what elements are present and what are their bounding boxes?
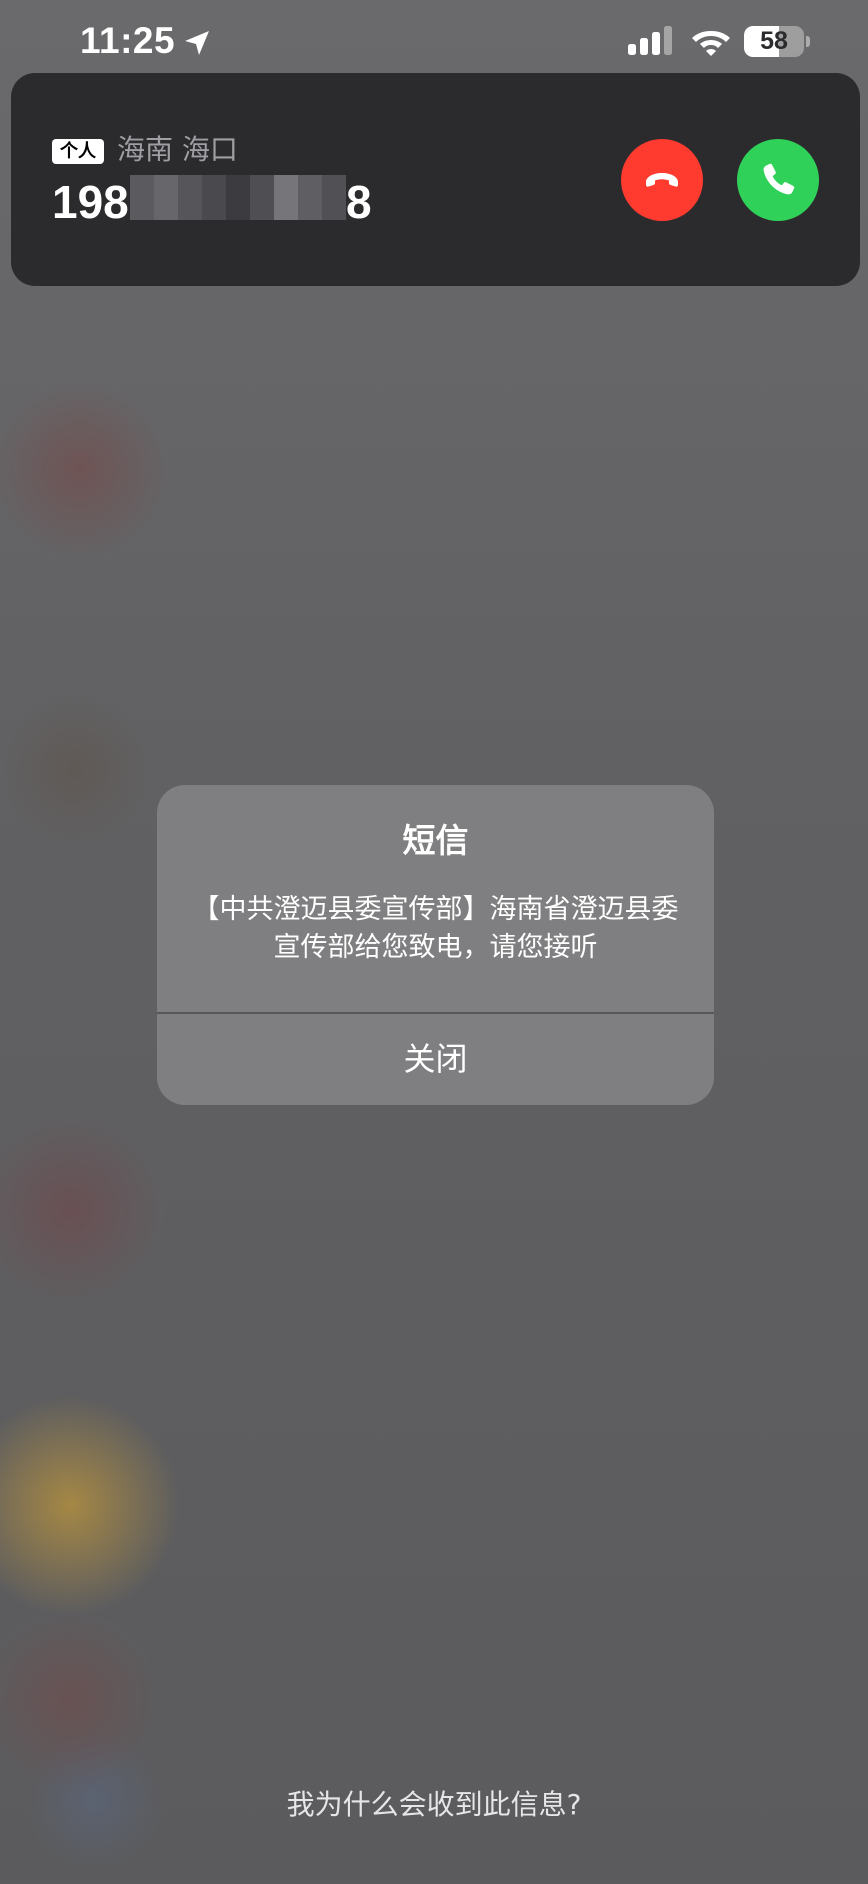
mosaic-cell <box>322 175 346 220</box>
incoming-call-banner[interactable]: 个人 海南 海口 198 8 <box>11 73 860 286</box>
accept-call-button[interactable] <box>737 139 819 221</box>
mosaic-cell <box>250 175 274 220</box>
battery-cap <box>806 36 810 47</box>
alert-close-button[interactable]: 关闭 <box>157 1014 714 1105</box>
alert-message: 【中共澄迈县委宣传部】海南省澄迈县委宣传部给您致电，请您接听 <box>192 894 679 963</box>
mosaic-cell <box>130 175 154 220</box>
redacted-number-mosaic <box>130 175 346 220</box>
mosaic-cell <box>154 175 178 220</box>
battery-icon: 58 <box>744 26 812 57</box>
alert-title: 短信 <box>402 821 469 860</box>
caller-number-suffix: 8 <box>346 176 372 228</box>
location-arrow-icon <box>185 31 209 55</box>
phone-icon <box>763 163 795 195</box>
mosaic-cell <box>298 175 322 220</box>
mosaic-cell <box>226 175 250 220</box>
mosaic-cell <box>202 175 226 220</box>
wifi-icon <box>692 31 730 56</box>
why-received-link[interactable]: 我为什么会收到此信息? <box>0 1785 868 1825</box>
battery-body: 58 <box>744 26 804 57</box>
status-time: 11:25 <box>80 20 176 61</box>
battery-level: 58 <box>760 27 788 55</box>
sms-alert-dialog: 短信 【中共澄迈县委宣传部】海南省澄迈县委宣传部给您致电，请您接听 关闭 <box>157 785 714 1105</box>
mosaic-cell <box>178 175 202 220</box>
phone-down-icon <box>646 173 678 187</box>
cellular-signal-icon <box>628 26 672 55</box>
caller-location: 海南 海口 <box>117 133 238 166</box>
mosaic-cell <box>274 175 298 220</box>
caller-number-prefix: 198 <box>52 176 129 228</box>
caller-type-tag: 个人 <box>52 139 104 164</box>
decline-call-button[interactable] <box>621 139 703 221</box>
status-bar: 11:25 58 <box>0 0 868 80</box>
caller-number: 198 8 <box>52 175 372 229</box>
